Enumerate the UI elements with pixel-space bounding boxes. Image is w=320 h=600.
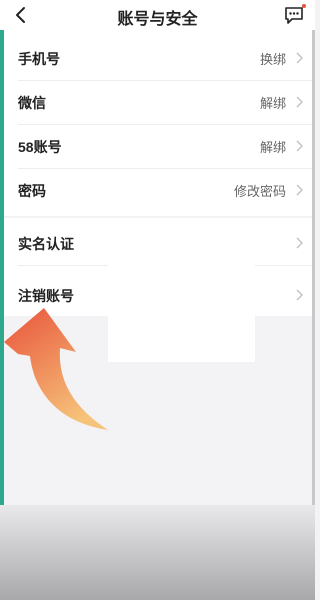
row-label: 密码 — [18, 183, 46, 199]
row-label: 实名认证 — [18, 236, 74, 252]
row-value: 解绑 — [259, 140, 286, 155]
row-wechat[interactable]: 微信 解绑 — [4, 80, 312, 125]
chevron-right-icon — [296, 184, 304, 196]
row-value: 换绑 — [259, 52, 286, 67]
row-value: 修改密码 — [233, 184, 286, 199]
row-label: 58账号 — [18, 139, 62, 155]
right-edge-strip — [312, 0, 315, 520]
row-phone[interactable]: 手机号 换绑 — [4, 36, 312, 81]
row-label: 微信 — [18, 95, 46, 111]
top-bar: 账号与安全 — [0, 0, 315, 30]
row-label: 手机号 — [18, 51, 60, 67]
message-button[interactable] — [283, 4, 306, 26]
page-title: 账号与安全 — [117, 11, 198, 28]
account-binding-list: 手机号 换绑 微信 解绑 58账号 解绑 密码 修改密码 — [4, 30, 312, 216]
chevron-right-icon — [296, 52, 304, 64]
row-real-name-verification[interactable]: 实名认证 — [4, 221, 312, 266]
row-58-account[interactable]: 58账号 解绑 — [4, 124, 312, 169]
row-password[interactable]: 密码 修改密码 — [4, 168, 312, 213]
notification-dot — [302, 4, 306, 8]
chevron-right-icon — [296, 96, 304, 108]
redaction-patch — [108, 262, 255, 362]
row-value: 解绑 — [259, 96, 286, 111]
bottom-shadow — [0, 505, 315, 600]
chevron-right-icon — [296, 140, 304, 152]
chevron-right-icon — [296, 237, 304, 249]
curved-arrow-icon — [4, 308, 108, 430]
chevron-right-icon — [296, 289, 304, 301]
